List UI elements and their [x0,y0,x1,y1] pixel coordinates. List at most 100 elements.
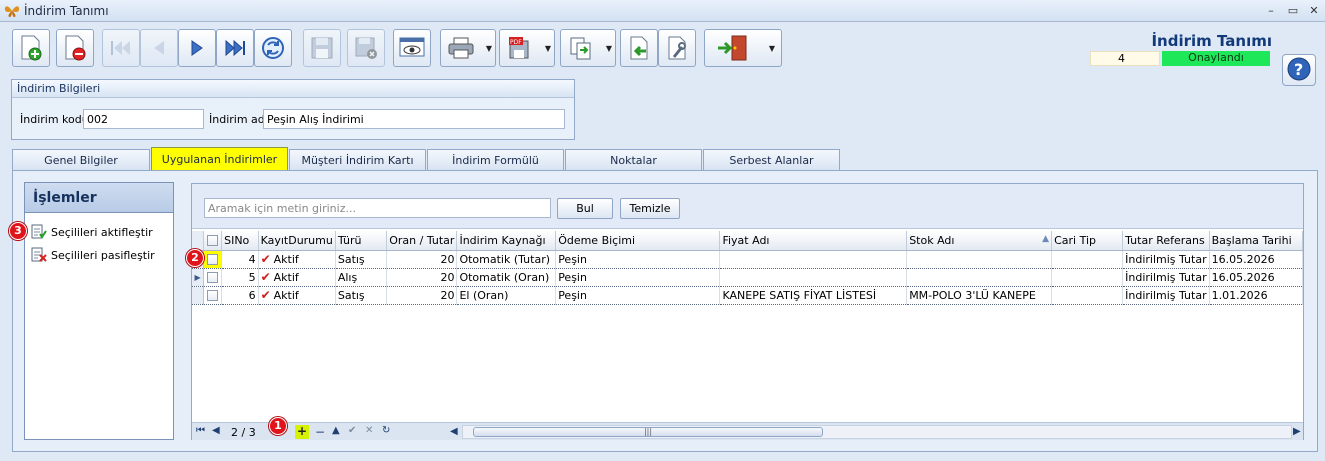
maximize-icon[interactable]: ▭ [1284,3,1302,19]
scrollbar-thumb[interactable]: ||| [473,427,823,437]
nav-remove-icon[interactable]: − [315,425,325,439]
tab-indirim-formulu[interactable]: İndirim Formülü [427,149,564,171]
row-indicator [192,286,205,305]
discounts-table: SINo KayıtDurumu Türü Oran / Tutar İndir… [192,231,1304,305]
pdf-icon: PDF [507,35,533,61]
table-row[interactable]: 6 ✔ Aktif Satış 20 El (Oran) Peşin KANEPE… [192,286,1304,305]
svg-text:PDF: PDF [510,39,522,46]
nav-up-icon[interactable]: ▲ [332,425,340,436]
column-header[interactable]: Cari Tip [1051,231,1124,251]
pdf-button[interactable]: PDF ▼ [499,29,555,67]
check-icon: ✔ [260,270,271,284]
tools-button[interactable] [658,29,696,67]
discount-code-field[interactable]: 002 [83,109,204,129]
discount-name-field[interactable]: Peşin Alış İndirimi [263,109,565,129]
cell-sino: 4 [221,250,259,269]
scroll-left-icon[interactable]: ◀ [450,426,458,437]
callout-badge-2: 2 [186,249,204,267]
column-header[interactable]: Türü [335,231,388,251]
tab-serbest-alanlar[interactable]: Serbest Alanlar [703,149,840,171]
copy-icon [568,35,594,61]
tab-genel-bilgiler[interactable]: Genel Bilgiler [12,149,150,171]
delete-button[interactable] [56,29,94,67]
minimize-icon[interactable]: – [1262,3,1280,19]
nav-previous-icon[interactable]: ◀ [212,425,220,436]
previous-record-button[interactable] [140,29,178,67]
table-row[interactable]: 4 ✔ Aktif Satış 20 Otomatik (Tutar) Peşin… [192,250,1304,269]
column-header-sorted[interactable]: Stok Adı ▲ [906,231,1053,251]
nav-cancel-icon[interactable]: ✕ [365,425,373,436]
svg-text:?: ? [1294,60,1303,79]
nav-position: 2 / 3 [231,426,256,439]
column-header[interactable]: Başlama Tarihi [1209,231,1304,251]
select-all-checkbox[interactable] [203,231,223,251]
new-button[interactable] [12,29,50,67]
print-button[interactable]: ▼ [440,29,496,67]
group-title: İndirim Bilgileri [12,80,574,98]
status-badge: Onaylandı [1162,51,1270,66]
table-header-row: SINo KayıtDurumu Türü Oran / Tutar İndir… [192,231,1304,251]
cell-source: Otomatik (Tutar) [456,250,557,269]
discount-info-group: İndirim Bilgileri İndirim kodu 002 İndir… [11,79,575,140]
preview-icon [398,36,426,60]
chevron-down-icon[interactable]: ▼ [545,44,551,53]
search-input[interactable]: Aramak için metin giriniz... [204,198,551,218]
table-row[interactable]: ▶ 5 ✔ Aktif Alış 20 Otomatik (Oran) Peşin… [192,268,1304,287]
status-text: Aktif [273,289,299,302]
preview-button[interactable] [393,29,431,67]
cell-account-type [1051,268,1124,287]
current-row-indicator: ▶ [192,268,205,287]
activate-selected-item[interactable]: Seçilileri aktifleştir [31,223,153,241]
column-header-label: Stok Adı [909,233,955,247]
column-header[interactable]: Fiyat Adı [719,231,908,251]
nav-refresh-icon[interactable]: ↻ [382,425,390,436]
column-header[interactable]: Oran / Tutar [386,231,458,251]
help-button[interactable]: ? [1282,54,1316,86]
column-header[interactable]: İndirim Kaynağı [456,231,557,251]
clear-button[interactable]: Temizle [620,198,680,219]
tab-uygulanan-indirimler[interactable]: Uygulanan İndirimler [151,147,288,171]
nav-check-icon[interactable]: ✔ [348,425,356,436]
cell-payment: Peşin [555,250,721,269]
chevron-down-icon[interactable]: ▼ [769,44,775,53]
row-checkbox[interactable] [203,286,223,305]
find-button[interactable]: Bul [557,198,613,219]
record-count: 4 [1090,51,1160,66]
chevron-down-icon[interactable]: ▼ [486,44,492,53]
chevron-down-icon[interactable]: ▼ [606,44,612,53]
cell-account-type [1051,286,1124,305]
save-button[interactable] [303,29,341,67]
first-record-button[interactable] [102,29,140,67]
status-text: Aktif [273,271,299,284]
copy-button[interactable]: ▼ [560,29,616,67]
column-header[interactable]: KayıtDurumu [258,231,336,251]
column-header[interactable]: Tutar Referans [1122,231,1210,251]
header-title: İndirim Tanımı [1151,32,1272,50]
tab-noktalar[interactable]: Noktalar [565,149,702,171]
deactivate-selected-item[interactable]: Seçilileri pasifleştir [31,246,155,264]
close-icon[interactable]: ✕ [1305,3,1323,19]
status-text: Aktif [273,253,299,266]
last-record-button[interactable] [216,29,254,67]
save-close-button[interactable] [347,29,385,67]
import-button[interactable] [620,29,658,67]
search-bar: Aramak için metin giriniz... Bul Temizle [192,184,1303,229]
column-header[interactable]: Ödeme Biçimi [555,231,721,251]
activate-icon [31,224,47,240]
row-checkbox[interactable] [203,250,223,269]
cell-status: ✔ Aktif [258,250,336,269]
exit-door-icon [716,34,750,62]
last-record-icon [222,38,248,58]
refresh-button[interactable] [254,29,292,67]
exit-button[interactable]: ▼ [704,29,782,67]
column-header[interactable]: SINo [221,231,259,251]
horizontal-scrollbar[interactable]: ||| [462,425,1292,439]
nav-add-icon[interactable]: + [295,425,309,439]
cell-rate: 20 [386,250,458,269]
cell-reference: İndirilmiş Tutar [1122,286,1210,305]
nav-first-icon[interactable]: ⏮ [196,425,205,436]
scroll-right-icon[interactable]: ▶ [1293,426,1301,437]
tab-musteri-indirim-karti[interactable]: Müşteri İndirim Kartı [289,149,426,171]
next-record-button[interactable] [178,29,216,67]
row-checkbox[interactable] [203,268,223,287]
